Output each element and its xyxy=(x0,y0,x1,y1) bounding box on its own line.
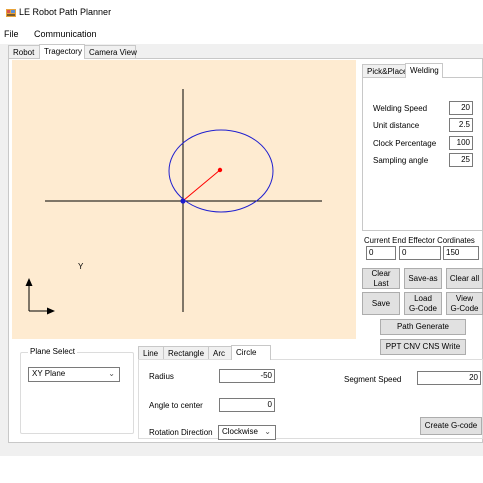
unit-distance-input[interactable]: 2.5 xyxy=(449,118,473,132)
unit-distance-label: Unit distance xyxy=(373,121,420,130)
tab-rectangle[interactable]: Rectangle xyxy=(163,346,209,360)
chevron-down-icon: ⌄ xyxy=(264,427,271,436)
tab-robot[interactable]: Robot xyxy=(8,45,40,59)
tab-camera-view[interactable]: Camera View xyxy=(84,45,137,59)
rotation-direction-label: Rotation Direction xyxy=(149,428,213,437)
create-gcode-button[interactable]: Create G-code xyxy=(420,417,482,435)
tab-line[interactable]: Line xyxy=(138,346,164,360)
end-effector-x-input[interactable]: 0 xyxy=(366,246,396,260)
radius-line xyxy=(183,169,221,201)
tab-circle[interactable]: Circle xyxy=(231,345,271,360)
chevron-down-icon: ⌄ xyxy=(108,369,115,378)
window-title: LE Robot Path Planner xyxy=(19,7,112,17)
load-gcode-label-line2: G-Code xyxy=(408,303,437,313)
tab-tragectory[interactable]: Tragectory xyxy=(39,44,85,59)
application-window: LE Robot Path Planner File Communication… xyxy=(0,0,483,456)
welding-speed-input[interactable]: 20 xyxy=(449,101,473,115)
clock-percentage-input[interactable]: 100 xyxy=(449,136,473,150)
clear-all-button[interactable]: Clear all xyxy=(446,268,483,289)
circle-center-point xyxy=(217,167,223,173)
view-gcode-button[interactable]: View G-Code xyxy=(446,292,483,315)
sampling-angle-input[interactable]: 25 xyxy=(449,153,473,167)
up-arrow-icon xyxy=(25,278,33,286)
rotation-direction-combo[interactable]: Clockwise ⌄ xyxy=(218,425,276,440)
right-arrow-icon xyxy=(47,307,55,315)
clock-percentage-label: Clock Percentage xyxy=(373,139,437,148)
menu-file[interactable]: File xyxy=(4,29,19,39)
end-effector-y-input[interactable]: 0 xyxy=(399,246,441,260)
plane-select-group xyxy=(20,352,134,434)
drawing-canvas[interactable]: Y xyxy=(12,60,356,339)
rotation-direction-value: Clockwise xyxy=(222,427,259,436)
load-gcode-button[interactable]: Load G-Code xyxy=(404,292,442,315)
clear-last-button[interactable]: Clear Last xyxy=(362,268,400,289)
segment-speed-input[interactable]: 20 xyxy=(417,371,481,385)
plane-select-combo[interactable]: XY Plane ⌄ xyxy=(28,367,120,382)
welding-speed-label: Welding Speed xyxy=(373,104,428,113)
view-gcode-label-line2: G-Code xyxy=(450,303,479,313)
tab-arc[interactable]: Arc xyxy=(208,346,232,360)
load-gcode-label-line1: Load xyxy=(414,294,432,304)
ppt-write-button[interactable]: PPT CNV CNS Write xyxy=(380,339,466,355)
radius-input[interactable]: -50 xyxy=(219,369,275,383)
save-button[interactable]: Save xyxy=(362,292,400,315)
tab-pick-place[interactable]: Pick&Place xyxy=(362,64,407,78)
origin-point xyxy=(180,198,186,204)
segment-speed-label: Segment Speed xyxy=(344,375,402,384)
sampling-angle-label: Sampling angle xyxy=(373,156,429,165)
menu-bar: File Communication xyxy=(0,26,483,44)
angle-to-center-input[interactable]: 0 xyxy=(219,398,275,412)
end-effector-label: Current End Effector Cordinates xyxy=(364,236,475,245)
path-generate-button[interactable]: Path Generate xyxy=(380,319,466,335)
plane-select-label: Plane Select xyxy=(28,347,77,356)
menu-communication[interactable]: Communication xyxy=(34,29,97,39)
save-as-button[interactable]: Save-as xyxy=(404,268,442,289)
plane-select-value: XY Plane xyxy=(32,369,66,378)
title-bar: LE Robot Path Planner xyxy=(0,0,483,26)
axis-label-y: Y xyxy=(78,262,84,271)
tab-welding[interactable]: Welding xyxy=(405,63,443,78)
end-effector-z-input[interactable]: 150 xyxy=(443,246,479,260)
view-gcode-label-line1: View xyxy=(455,294,474,304)
angle-to-center-label: Angle to center xyxy=(149,401,203,410)
app-icon xyxy=(6,9,16,17)
canvas-drawing xyxy=(25,89,322,315)
radius-label: Radius xyxy=(149,372,174,381)
